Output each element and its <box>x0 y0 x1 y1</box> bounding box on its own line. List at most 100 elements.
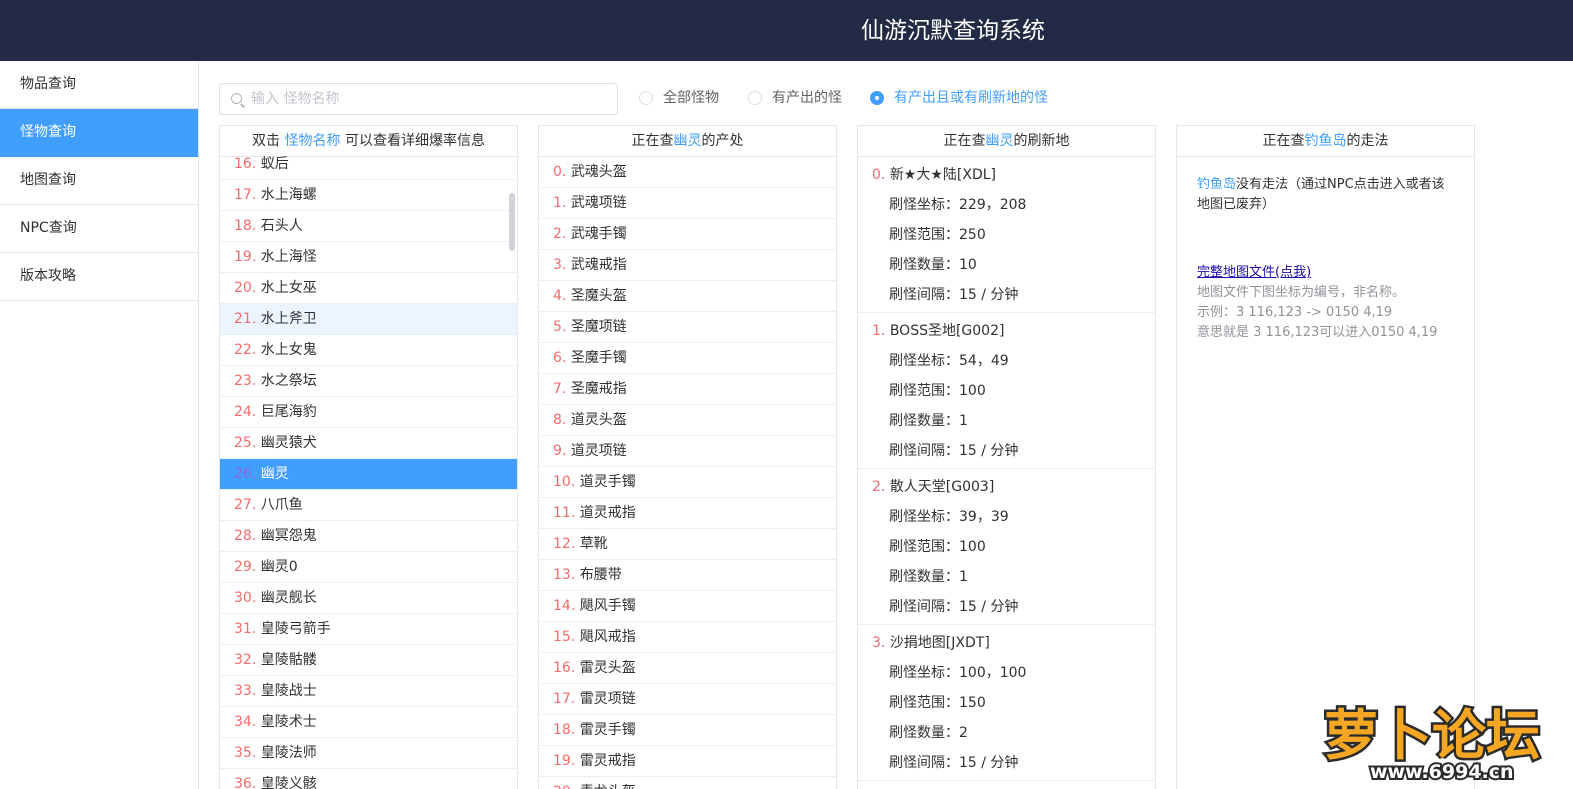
row-index: 30. <box>234 590 257 606</box>
monster-row[interactable]: 27. 八爪鱼 <box>220 490 517 521</box>
row-index: 33. <box>234 683 257 699</box>
drop-item-row[interactable]: 16. 雷灵头盔 <box>539 653 836 684</box>
spawn-location-block: 4. 蚂蚁巢穴[M999] <box>858 781 1155 789</box>
row-index: 31. <box>234 621 257 637</box>
monster-row[interactable]: 35. 皇陵法师 <box>220 738 517 769</box>
monster-row[interactable]: 17. 水上海螺 <box>220 180 517 211</box>
drop-item-row[interactable]: 15. 飓风戒指 <box>539 622 836 653</box>
spawn-interval: 刷怪间隔：15 / 分钟 <box>889 755 1019 771</box>
drop-panel-header: 正在查幽灵的产处 <box>539 126 836 157</box>
search-icon <box>231 93 242 104</box>
drop-item-row[interactable]: 18. 雷灵手镯 <box>539 715 836 746</box>
radio-circle[interactable] <box>748 91 762 105</box>
sidebar-item-items[interactable]: 物品查询 <box>0 61 198 109</box>
monster-row[interactable]: 16. 蚁后 <box>220 149 517 180</box>
row-index: 3. <box>872 635 886 651</box>
row-index: 24. <box>234 404 257 420</box>
drop-item-row[interactable]: 8. 道灵头盔 <box>539 405 836 436</box>
spawn-map-title: 4. 蚂蚁巢穴[M999] <box>858 784 1155 789</box>
row-index: 26. <box>234 466 257 482</box>
monster-row[interactable]: 32. 皇陵骷髅 <box>220 645 517 676</box>
spawn-panel-header: 正在查幽灵的刷新地 <box>858 126 1155 157</box>
drop-list: 0. 武魂头盔 1. 武魂项链 2. 武魂手镯 3. 武魂戒指 4. 圣魔头盔 5. 圣魔… <box>539 157 836 789</box>
spawn-interval: 刷怪间隔：15 / 分钟 <box>889 287 1019 303</box>
radio-label: 有产出的怪 <box>772 90 842 106</box>
row-index: 19. <box>553 753 576 769</box>
drop-item-row[interactable]: 1. 武魂项链 <box>539 188 836 219</box>
spawn-coord: 刷怪坐标：54，49 <box>889 353 1009 369</box>
row-name: 水上女鬼 <box>260 342 317 358</box>
monster-row[interactable]: 19. 水上海怪 <box>220 242 517 273</box>
drop-item-row[interactable]: 9. 道灵项链 <box>539 436 836 467</box>
drop-item-row[interactable]: 11. 道灵戒指 <box>539 498 836 529</box>
spawn-location-block: 2. 散人天堂[G003] 刷怪坐标：39，39 刷怪范围：100 刷怪数量：1 刷怪间… <box>858 469 1155 625</box>
spawn-coord: 刷怪坐标：39，39 <box>889 509 1009 525</box>
monster-row[interactable]: 20. 水上女巫 <box>220 273 517 304</box>
monster-row[interactable]: 29. 幽灵0 <box>220 552 517 583</box>
spawn-coord: 刷怪坐标：100，100 <box>889 665 1027 681</box>
drop-item-row[interactable]: 5. 圣魔项链 <box>539 312 836 343</box>
monster-row[interactable]: 24. 巨尾海豹 <box>220 397 517 428</box>
monster-row[interactable]: 28. 幽冥怨鬼 <box>220 521 517 552</box>
monster-row[interactable]: 22. 水上女鬼 <box>220 335 517 366</box>
monster-list-scrollbar[interactable] <box>509 193 515 251</box>
sidebar-item-monsters[interactable]: 怪物查询 <box>0 109 198 157</box>
spawn-range: 刷怪范围：150 <box>889 695 986 711</box>
monster-search-box[interactable] <box>219 83 618 115</box>
drop-item-row[interactable]: 3. 武魂戒指 <box>539 250 836 281</box>
monster-list[interactable]: 16. 蚁后 17. 水上海螺 18. 石头人 19. 水上海怪 20. 水上女巫 21.… <box>220 149 517 789</box>
drop-item-row[interactable]: 12. 草靴 <box>539 529 836 560</box>
drop-item-row[interactable]: 17. 雷灵项链 <box>539 684 836 715</box>
row-name: 圣魔手镯 <box>570 350 627 366</box>
spawn-location-block: 0. 新★大★陆[XDL] 刷怪坐标：229，208 刷怪范围：250 刷怪数量：10… <box>858 157 1155 313</box>
monster-row[interactable]: 21. 水上斧卫 <box>220 304 517 335</box>
row-name: 幽灵0 <box>260 559 298 575</box>
drop-item-row[interactable]: 13. 布腰带 <box>539 560 836 591</box>
monster-row[interactable]: 31. 皇陵弓箭手 <box>220 614 517 645</box>
sidebar-item-guide[interactable]: 版本攻略 <box>0 253 198 301</box>
monster-row[interactable]: 23. 水之祭坛 <box>220 366 517 397</box>
drop-item-row[interactable]: 6. 圣魔手镯 <box>539 343 836 374</box>
full-map-file-link[interactable]: 完整地图文件(点我) <box>1197 265 1311 280</box>
row-name: 皇陵术士 <box>260 714 317 730</box>
row-index: 9. <box>553 443 567 459</box>
spawn-map-name: 散人天堂[G003] <box>889 479 995 495</box>
sidebar-item-maps[interactable]: 地图查询 <box>0 157 198 205</box>
drop-item-row[interactable]: 10. 道灵手镯 <box>539 467 836 498</box>
monster-row[interactable]: 25. 幽灵猿犬 <box>220 428 517 459</box>
row-name: 蚁后 <box>260 156 289 172</box>
drop-item-row[interactable]: 19. 雷灵戒指 <box>539 746 836 777</box>
row-name: 武魂手镯 <box>570 226 627 242</box>
spawn-coord: 刷怪坐标：229，208 <box>889 197 1027 213</box>
row-index: 17. <box>553 691 576 707</box>
drop-item-row[interactable]: 4. 圣魔头盔 <box>539 281 836 312</box>
row-index: 14. <box>553 598 576 614</box>
monster-row[interactable]: 26. 幽灵 <box>220 459 517 490</box>
monster-row[interactable]: 18. 石头人 <box>220 211 517 242</box>
monster-search-input[interactable] <box>251 84 611 114</box>
monster-row[interactable]: 34. 皇陵术士 <box>220 707 517 738</box>
row-name: 布腰带 <box>579 567 622 583</box>
drop-item-row[interactable]: 20. 青龙头盔 <box>539 777 836 789</box>
row-name: 雷灵手镯 <box>579 722 636 738</box>
radio-circle[interactable] <box>639 91 653 105</box>
drop-item-row[interactable]: 0. 武魂头盔 <box>539 157 836 188</box>
drop-item-row[interactable]: 7. 圣魔戒指 <box>539 374 836 405</box>
sidebar: 物品查询 怪物查询 地图查询 NPC查询 版本攻略 <box>0 61 199 789</box>
row-name: 皇陵弓箭手 <box>260 621 331 637</box>
drop-item-row[interactable]: 2. 武魂手镯 <box>539 219 836 250</box>
monster-row[interactable]: 30. 幽灵舰长 <box>220 583 517 614</box>
map-file-example: 示例：3 116,123 -> 0150 4,19 <box>1197 305 1393 320</box>
sidebar-item-npc[interactable]: NPC查询 <box>0 205 198 253</box>
monster-row[interactable]: 36. 皇陵义骸 <box>220 769 517 789</box>
row-index: 18. <box>234 218 257 234</box>
radio-circle[interactable] <box>870 91 884 105</box>
drop-item-row[interactable]: 14. 飓风手镯 <box>539 591 836 622</box>
row-name: 雷灵项链 <box>579 691 636 707</box>
monster-row[interactable]: 33. 皇陵战士 <box>220 676 517 707</box>
row-name: 青龙头盔 <box>580 784 636 789</box>
row-index: 1. <box>872 323 886 339</box>
row-index: 32. <box>234 652 257 668</box>
row-index: 22. <box>234 342 257 358</box>
row-index: 1. <box>553 195 567 211</box>
